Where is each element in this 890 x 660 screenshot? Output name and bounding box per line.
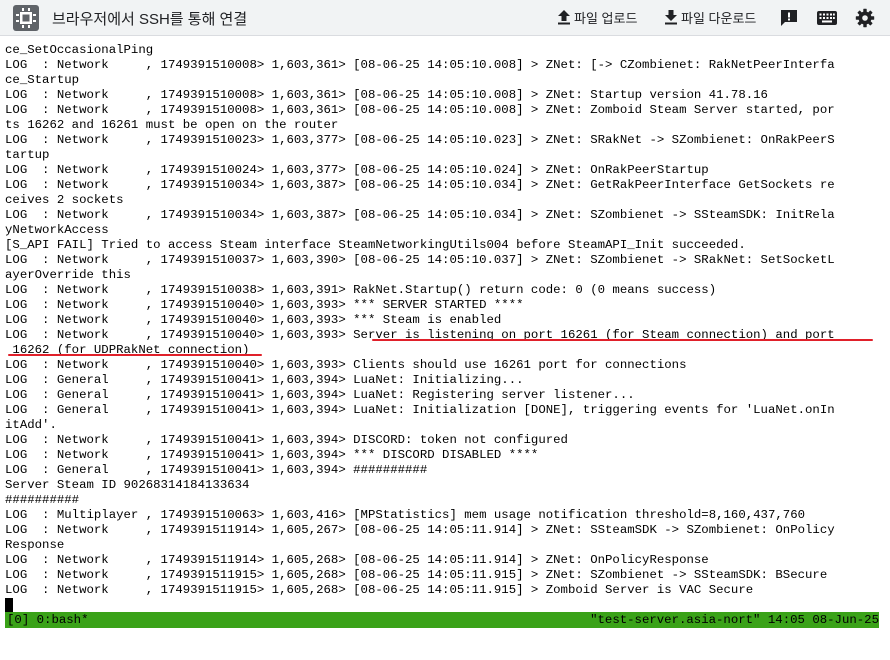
highlight-underline (372, 339, 873, 341)
terminal-line: ########## (5, 493, 80, 507)
terminal-line: ayerOverride this (5, 268, 131, 282)
terminal-line: LOG : Multiplayer , 1749391510063> 1,603… (5, 508, 806, 522)
terminal-line: Response (5, 538, 65, 552)
ssh-title-bar: 브라우저에서 SSH를 통해 연결 파일 업로드 파일 다운로드 (0, 0, 890, 36)
terminal-line: LOG : General , 1749391510041> 1,603,394… (5, 388, 635, 402)
terminal-line: LOG : Network , 1749391510037> 1,603,390… (5, 253, 835, 267)
terminal-line: LOG : Network , 1749391510040> 1,603,393… (5, 358, 687, 372)
terminal-line: LOG : General , 1749391510041> 1,603,394… (5, 373, 524, 387)
upload-file-button[interactable]: 파일 업로드 (557, 6, 637, 28)
terminal-line: LOG : Network , 1749391510008> 1,603,361… (5, 103, 835, 117)
terminal-line: Server Steam ID 90268314184133634 (5, 478, 250, 492)
terminal-line: LOG : Network , 1749391511915> 1,605,268… (5, 568, 828, 582)
terminal-line: LOG : Network , 1749391510008> 1,603,361… (5, 58, 835, 72)
terminal-line: LOG : Network , 1749391510008> 1,603,361… (5, 88, 768, 102)
terminal-line: LOG : Network , 1749391510041> 1,603,394… (5, 433, 568, 447)
terminal-line: ceives 2 sockets (5, 193, 124, 207)
terminal-line: LOG : Network , 1749391510024> 1,603,377… (5, 163, 709, 177)
terminal-line: LOG : Network , 1749391510040> 1,603,393… (5, 298, 524, 312)
terminal-line: ce_SetOccasionalPing (5, 43, 154, 57)
terminal-line: LOG : Network , 1749391510041> 1,603,394… (5, 448, 539, 462)
terminal-line: ce_Startup (5, 73, 80, 87)
app-chip-icon (13, 5, 39, 31)
terminal-line: ts 16262 and 16261 must be open on the r… (5, 118, 339, 132)
terminal-line: LOG : Network , 1749391511915> 1,605,268… (5, 583, 754, 597)
window-bottom-edge (0, 628, 890, 636)
window-title: 브라우저에서 SSH를 통해 연결 (52, 11, 248, 28)
highlight-underline (8, 354, 262, 356)
download-icon (665, 10, 677, 25)
terminal-line: LOG : Network , 1749391510034> 1,603,387… (5, 208, 835, 222)
terminal-line: itAdd'. (5, 418, 57, 432)
download-file-label: 파일 다운로드 (681, 10, 757, 26)
tmux-host-clock: "test-server.asia-nort" 14:05 08-Jun-25 (590, 613, 879, 627)
keyboard-icon[interactable] (816, 8, 838, 28)
upload-file-label: 파일 업로드 (574, 10, 638, 26)
terminal-line: yNetworkAccess (5, 223, 109, 237)
terminal-line: LOG : Network , 1749391510023> 1,603,377… (5, 133, 835, 147)
terminal-line: LOG : General , 1749391510041> 1,603,394… (5, 463, 428, 477)
terminal-line: LOG : Network , 1749391511914> 1,605,268… (5, 553, 709, 567)
terminal-line: LOG : Network , 1749391510038> 1,603,391… (5, 283, 717, 297)
terminal-line: LOG : Network , 1749391510040> 1,603,393… (5, 313, 502, 327)
settings-gear-icon[interactable] (855, 8, 875, 28)
terminal-line: LOG : Network , 1749391510034> 1,603,387… (5, 178, 835, 192)
tmux-window-list: [0] 0:bash* (7, 613, 89, 627)
tmux-status-bar: [0] 0:bash* "test-server.asia-nort" 14:0… (5, 612, 879, 628)
terminal-output[interactable]: ce_SetOccasionalPing LOG : Network , 1749… (0, 36, 890, 612)
feedback-icon[interactable] (779, 8, 799, 28)
terminal-line: LOG : General , 1749391510041> 1,603,394… (5, 403, 835, 417)
download-file-button[interactable]: 파일 다운로드 (664, 6, 756, 28)
terminal-line: tartup (5, 148, 50, 162)
terminal-cursor (5, 598, 13, 612)
terminal-line: LOG : Network , 1749391511914> 1,605,267… (5, 523, 835, 537)
terminal-line: [S_API FAIL] Tried to access Steam inter… (5, 238, 746, 252)
upload-icon (558, 10, 570, 25)
